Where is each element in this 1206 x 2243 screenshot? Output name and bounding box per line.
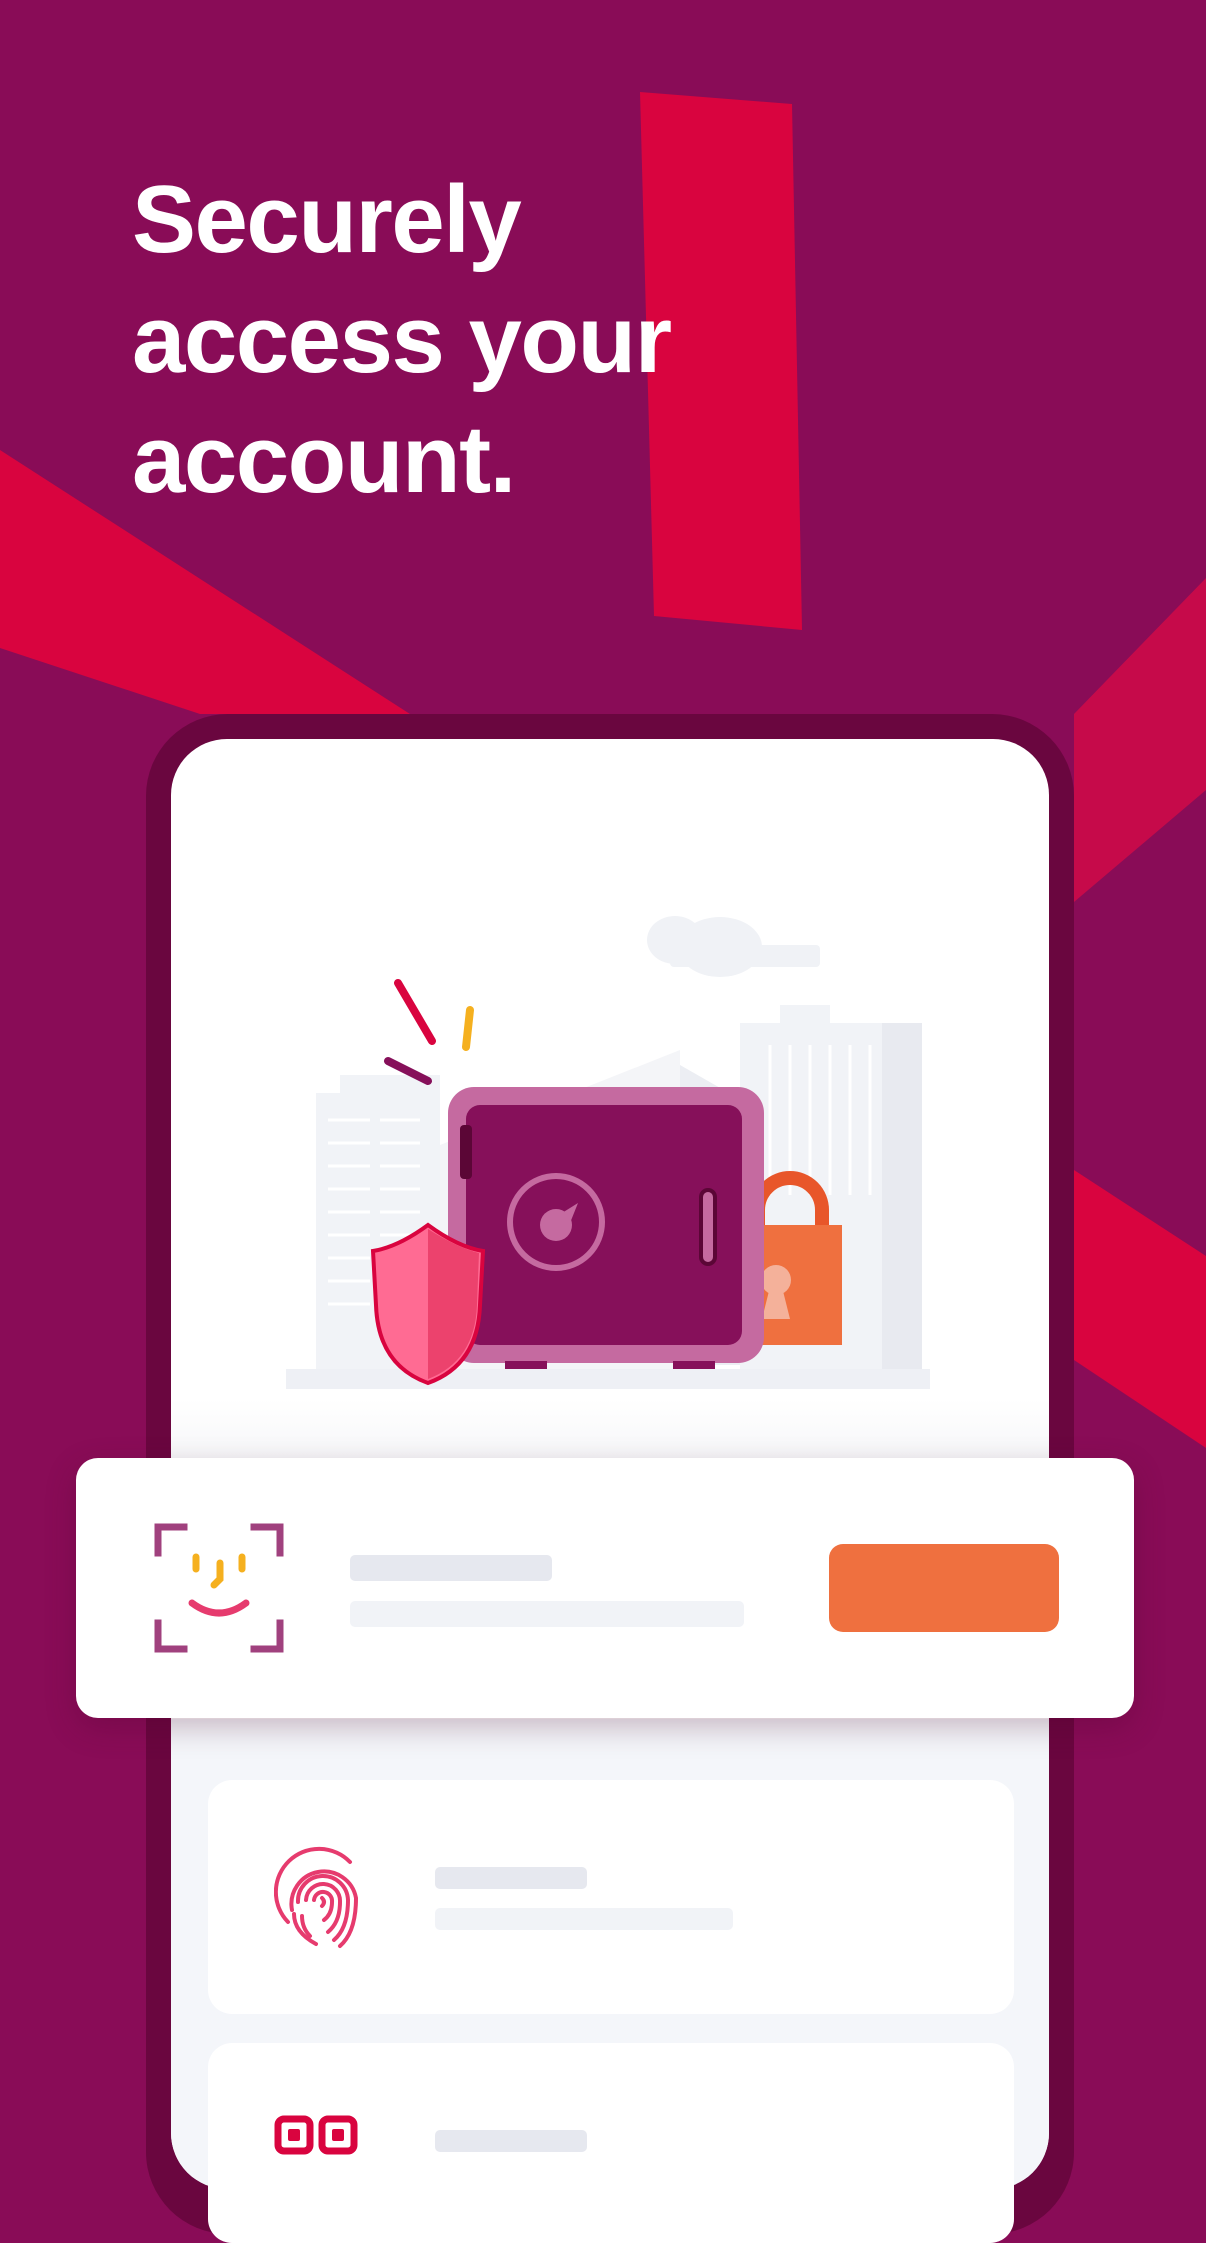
face-id-auth-card[interactable] (76, 1458, 1134, 1718)
face-id-action-button[interactable] (829, 1544, 1059, 1632)
fingerprint-subtitle-placeholder (435, 1908, 733, 1930)
headline-line-3: account. (132, 406, 516, 513)
stripe-diagonal-right-bottom (1074, 1170, 1206, 1448)
security-illustration (286, 916, 930, 1389)
headline-line-2: access your (132, 286, 672, 393)
headline: Securely access your account. (132, 160, 752, 520)
cloud-icon (647, 916, 820, 977)
fingerprint-method-card[interactable] (208, 1780, 1014, 2014)
face-id-title-placeholder (350, 1555, 552, 1581)
headline-line-1: Securely (132, 166, 522, 273)
qr-code-method-card[interactable] (208, 2043, 1014, 2243)
fingerprint-title-placeholder (435, 1867, 587, 1889)
fingerprint-icon (274, 1846, 359, 1948)
face-id-icon (154, 1523, 284, 1653)
qr-code-icon (274, 2115, 358, 2155)
qr-code-title-placeholder (435, 2130, 587, 2152)
sparkle-lines (384, 979, 474, 1085)
vault-safe-icon (448, 1087, 764, 1369)
stripe-diagonal-right-top (1074, 578, 1206, 902)
face-id-subtitle-placeholder (350, 1601, 744, 1627)
